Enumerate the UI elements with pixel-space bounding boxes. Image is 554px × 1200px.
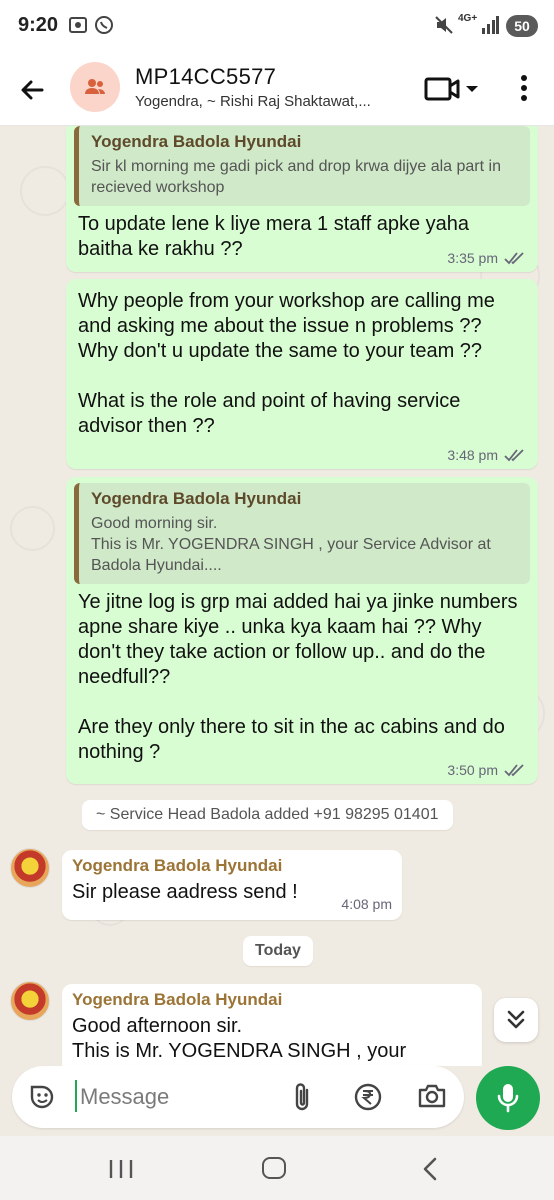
message-meta: 3:35 pm [447, 250, 526, 266]
chat-title[interactable]: MP14CC5577 [135, 64, 276, 90]
outgoing-message[interactable]: Yogendra Badola Hyundai Sir kl morning m… [66, 126, 538, 272]
quote-author: Yogendra Badola Hyundai [91, 132, 302, 151]
group-icon [85, 79, 105, 94]
sender-name[interactable]: Yogendra Badola Hyundai [72, 990, 472, 1010]
message-meta: 3:50 pm [447, 762, 526, 778]
message-time: 4:08 pm [341, 896, 392, 912]
system-back-icon [423, 1157, 437, 1181]
back-arrow-icon [21, 80, 44, 100]
double-tick-icon [504, 764, 524, 777]
outgoing-message[interactable]: Why people from your workshop are callin… [66, 279, 538, 469]
message-input[interactable] [80, 1078, 280, 1116]
outgoing-message[interactable]: Yogendra Badola Hyundai Good morning sir… [66, 477, 538, 784]
sender-avatar[interactable] [10, 981, 50, 1021]
camera-button[interactable] [417, 1082, 447, 1115]
incoming-message[interactable]: Yogendra Badola Hyundai Good afternoon s… [62, 984, 482, 1066]
chat-participants[interactable]: Yogendra, ~ Rishi Raj Shaktawat,... [135, 93, 405, 110]
home-button[interactable] [262, 1157, 286, 1179]
screenshot-icon [68, 15, 88, 40]
double-tick-icon [504, 252, 524, 265]
back-button[interactable] [14, 72, 50, 108]
more-options-button[interactable] [512, 72, 536, 106]
sticker-icon [30, 1085, 54, 1109]
attach-icon [295, 1083, 309, 1111]
voice-message-button[interactable] [476, 1066, 540, 1130]
recent-apps-icon [109, 1160, 133, 1178]
quoted-message[interactable]: Yogendra Badola Hyundai Sir kl morning m… [74, 126, 530, 206]
system-message: ~ Service Head Badola added +91 98295 01… [82, 800, 453, 830]
camera-icon [418, 1084, 446, 1108]
sender-avatar[interactable] [10, 848, 50, 888]
sender-name[interactable]: Yogendra Badola Hyundai [72, 856, 392, 876]
message-text: Good afternoon sir. This is Mr. YOGENDRA… [72, 1015, 407, 1062]
battery-badge: 50 [506, 15, 538, 37]
message-text: Ye jitne log is grp mai added hai ya jin… [78, 591, 518, 763]
chat-area[interactable]: Yogendra Badola Hyundai Sir kl morning m… [0, 126, 554, 1066]
video-call-icon [424, 77, 478, 101]
incoming-message[interactable]: Yogendra Badola Hyundai Sir please aadre… [62, 850, 402, 920]
system-back-button[interactable] [420, 1156, 440, 1187]
scroll-to-bottom-button[interactable] [494, 998, 538, 1042]
group-avatar[interactable] [70, 62, 120, 112]
scroll-down-icon [507, 1010, 525, 1029]
mute-icon [434, 15, 454, 40]
message-meta: 3:48 pm [447, 447, 526, 463]
text-caret [75, 1080, 77, 1112]
message-text: Why people from your workshop are callin… [78, 290, 495, 437]
message-time: 3:35 pm [447, 250, 498, 266]
video-call-button[interactable] [424, 74, 480, 104]
rupee-icon [354, 1083, 382, 1111]
status-time: 9:20 [18, 14, 59, 36]
signal-icon [481, 15, 499, 40]
status-bar: 9:20 4G+ 50 [0, 0, 554, 52]
sticker-button[interactable] [28, 1083, 56, 1116]
quote-text: Good morning sir. This is Mr. YOGENDRA S… [91, 515, 491, 574]
system-nav-bar [0, 1136, 554, 1200]
mic-icon [497, 1084, 519, 1113]
payment-button[interactable] [353, 1082, 383, 1117]
network-type: 4G+ [458, 13, 478, 24]
composer-bar [0, 1066, 554, 1136]
day-divider: Today [243, 936, 313, 966]
quoted-message[interactable]: Yogendra Badola Hyundai Good morning sir… [74, 483, 530, 584]
message-composer [12, 1066, 464, 1128]
double-tick-icon [504, 449, 524, 462]
attach-button[interactable] [289, 1082, 315, 1117]
quote-author: Yogendra Badola Hyundai [91, 489, 302, 508]
quote-text: Sir kl morning me gadi pick and drop krw… [91, 158, 501, 196]
chat-header: MP14CC5577 Yogendra, ~ Rishi Raj Shaktaw… [0, 52, 554, 126]
whatsapp-notification-icon [94, 15, 114, 40]
recent-apps-button[interactable] [108, 1158, 134, 1185]
more-options-icon [521, 75, 527, 101]
message-time: 3:48 pm [447, 447, 498, 463]
message-time: 3:50 pm [447, 762, 498, 778]
